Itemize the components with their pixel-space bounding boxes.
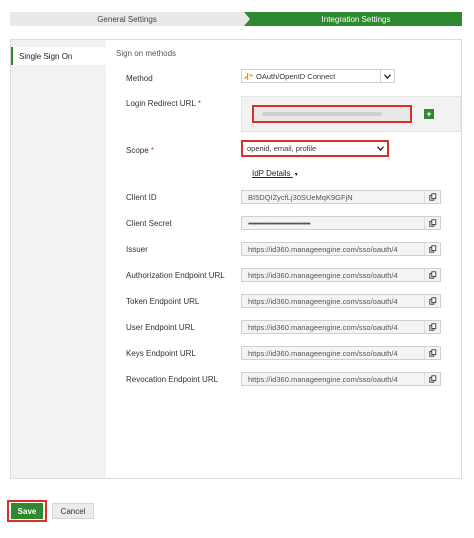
step-general-settings[interactable]: General Settings [10,12,250,26]
token-endpoint-label: Token Endpoint URL [126,297,200,306]
client-secret-field[interactable]: •••••••••••••••••••••••••••••••••••••• [241,216,441,230]
method-select[interactable]: OAuth/OpenID Connect [241,69,395,83]
keys-endpoint-label: Keys Endpoint URL [126,349,196,358]
method-value: OAuth/OpenID Connect [256,71,336,81]
copy-icon[interactable] [424,217,440,229]
client-secret-label: Client Secret [126,219,172,228]
scope-label-text: Scope [126,146,149,155]
keys-endpoint-value: https://id360.manageengine.com/sso/oauth… [248,348,398,358]
chevron-down-icon[interactable] [373,143,387,155]
revocation-endpoint-label: Revocation Endpoint URL [126,375,219,384]
user-endpoint-label: User Endpoint URL [126,323,195,332]
client-id-value: BI5DQIZycfLj30SUeMqK9GFjN [248,192,353,202]
issuer-field[interactable]: https://id360.manageengine.com/sso/oauth… [241,242,441,256]
section-title: Sign on methods [116,49,177,58]
copy-icon[interactable] [424,295,440,307]
copy-icon[interactable] [424,321,440,333]
revocation-endpoint-field[interactable]: https://id360.manageengine.com/sso/oauth… [241,372,441,386]
token-endpoint-field[interactable]: https://id360.manageengine.com/sso/oauth… [241,294,441,308]
wizard-steps: General Settings Integration Settings [10,12,462,26]
redirect-url-input[interactable] [252,105,412,123]
cancel-button[interactable]: Cancel [52,503,94,519]
copy-icon[interactable] [424,269,440,281]
step-integration-settings-label: Integration Settings [321,14,391,24]
settings-panel: Single Sign On Sign on methods Method OA… [10,39,462,479]
authorization-endpoint-label: Authorization Endpoint URL [126,271,225,280]
authorization-endpoint-value: https://id360.manageengine.com/sso/oauth… [248,270,398,280]
step-general-settings-label: General Settings [97,14,157,24]
scope-select[interactable]: openid, email, profile [241,140,389,157]
user-endpoint-field[interactable]: https://id360.manageengine.com/sso/oauth… [241,320,441,334]
sso-content: Sign on methods Method OAuth/OpenID Conn… [106,40,461,478]
copy-icon[interactable] [424,347,440,359]
method-label: Method [126,74,153,83]
client-id-label: Client ID [126,193,157,202]
copy-icon[interactable] [424,191,440,203]
user-endpoint-value: https://id360.manageengine.com/sso/oauth… [248,322,398,332]
step-integration-settings[interactable]: Integration Settings [244,12,462,26]
issuer-label: Issuer [126,245,148,254]
revocation-endpoint-value: https://id360.manageengine.com/sso/oauth… [248,374,398,384]
token-endpoint-value: https://id360.manageengine.com/sso/oauth… [248,296,398,306]
redirect-url-group: + [241,96,461,132]
client-id-field[interactable]: BI5DQIZycfLj30SUeMqK9GFjN [241,190,441,204]
redacted-value [262,112,382,116]
caret-down-icon: ▾ [294,172,298,178]
redirect-label: Login Redirect URL * [126,99,201,108]
redirect-label-text: Login Redirect URL [126,99,196,108]
sidebar-item-single-sign-on[interactable]: Single Sign On [11,47,106,65]
copy-icon[interactable] [424,243,440,255]
copy-icon[interactable] [424,373,440,385]
issuer-value: https://id360.manageengine.com/sso/oauth… [248,244,398,254]
client-secret-value: •••••••••••••••••••••••••••••••••••••• [248,218,311,228]
required-mark: * [150,146,155,155]
sidebar-item-label: Single Sign On [19,51,73,61]
authorization-endpoint-field[interactable]: https://id360.manageengine.com/sso/oauth… [241,268,441,282]
chevron-down-icon[interactable] [380,70,394,82]
idp-details-label: IdP Details [252,169,291,178]
idp-details-link[interactable]: IdP Details ▾ [252,169,298,178]
scope-value: openid, email, profile [247,144,317,153]
required-mark: * [197,99,201,108]
openid-icon [242,72,254,81]
sidebar: Single Sign On [11,40,106,478]
save-button[interactable]: Save [11,503,43,519]
scope-label: Scope * [126,146,154,155]
keys-endpoint-field[interactable]: https://id360.manageengine.com/sso/oauth… [241,346,441,360]
add-redirect-url-button[interactable]: + [424,109,434,119]
